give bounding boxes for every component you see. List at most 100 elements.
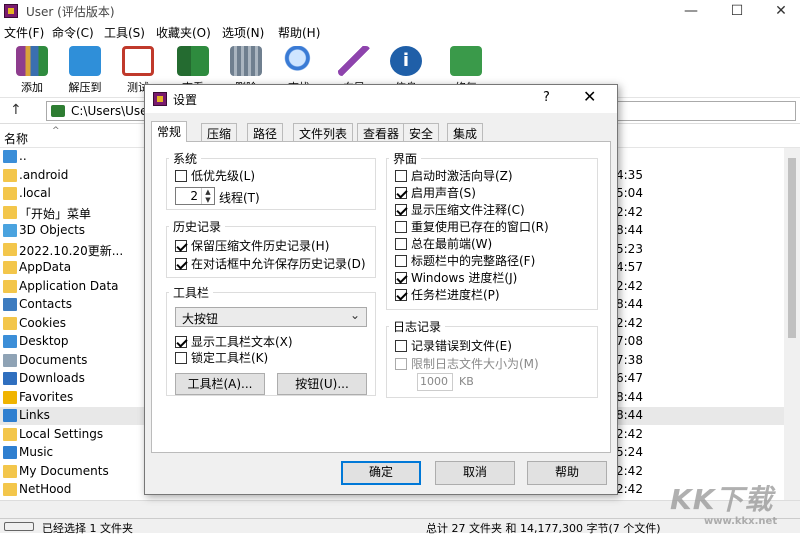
repair-book-icon xyxy=(450,46,482,76)
file-modified-time: 2:42 xyxy=(616,204,643,219)
file-modified-time: 2:42 xyxy=(616,426,643,441)
file-modified-time: 8:44 xyxy=(616,297,643,311)
star-folder-icon xyxy=(3,390,17,404)
help-question-icon[interactable]: ? xyxy=(543,90,550,105)
log-size-unit: KB xyxy=(459,375,474,388)
folder-icon xyxy=(3,187,17,200)
limit-log-size-checkbox: 限制日志文件大小为(M) xyxy=(395,355,539,372)
menu-file[interactable]: 文件(F) xyxy=(4,24,44,41)
interface-option-checkbox[interactable]: 启用声音(S) xyxy=(395,184,476,201)
tab-security[interactable]: 安全 xyxy=(403,123,440,141)
window-titlebar: User (评估版本) — ☐ ✕ xyxy=(0,0,800,22)
file-modified-time: 8:44 xyxy=(616,389,643,404)
help-button[interactable]: 帮助 xyxy=(527,461,607,485)
file-name: Documents xyxy=(19,352,88,367)
menu-favorites[interactable]: 收藏夹(O) xyxy=(156,24,211,41)
interface-option-checkbox[interactable]: 启动时激活向导(Z) xyxy=(395,167,513,184)
scrollbar-thumb[interactable] xyxy=(788,158,796,338)
vertical-scrollbar[interactable] xyxy=(784,148,800,500)
file-modified-time: 5:23 xyxy=(616,241,643,256)
tab-integration[interactable]: 集成 xyxy=(447,123,484,141)
minimize-icon[interactable]: — xyxy=(668,0,714,22)
interface-option-checkbox[interactable]: 任务栏进度栏(P) xyxy=(395,286,500,303)
threads-spinner[interactable]: 2 ▲ ▼ xyxy=(175,187,215,205)
file-name: .. xyxy=(19,149,27,163)
tab-viewer[interactable]: 查看器 xyxy=(357,123,406,141)
keep-history-checkbox[interactable]: 保留压缩文件历史记录(H) xyxy=(175,237,329,254)
system-group-title: 系统 xyxy=(169,150,202,167)
log-errors-checkbox[interactable]: 记录错误到文件(E) xyxy=(395,337,512,354)
low-priority-checkbox[interactable]: 低优先级(L) xyxy=(175,167,255,184)
file-name: Links xyxy=(19,408,50,422)
dialog-titlebar: 设置 ? ✕ xyxy=(145,85,617,113)
desktop-folder-icon xyxy=(3,335,17,348)
file-name: Local Settings xyxy=(19,426,104,441)
folder-icon xyxy=(3,205,17,219)
sort-caret-icon: ^ xyxy=(52,126,60,136)
history-group-title: 历史记录 xyxy=(169,218,226,235)
tab-paths[interactable]: 路径 xyxy=(247,123,284,141)
spinner-arrows-icon[interactable]: ▲ ▼ xyxy=(201,188,214,204)
tab-general[interactable]: 常规 xyxy=(151,121,188,142)
up-arrow-icon[interactable]: ↑ xyxy=(10,102,22,118)
button-size-dropdown[interactable]: 大按钮 ⌄ xyxy=(175,307,367,327)
ok-button[interactable]: 确定 xyxy=(341,461,421,485)
folder-icon xyxy=(3,242,17,256)
folder-icon xyxy=(3,261,17,274)
toolbar-settings-button[interactable]: 工具栏(A)... xyxy=(175,373,265,395)
log-group-title: 日志记录 xyxy=(389,318,446,335)
folder-icon xyxy=(3,464,17,478)
file-name: Contacts xyxy=(19,297,72,311)
menu-help[interactable]: 帮助(H) xyxy=(278,24,320,41)
clipboard-check-icon xyxy=(122,46,154,76)
magic-wand-icon xyxy=(338,46,370,76)
menu-bar: 文件(F) 命令(C) 工具(S) 收藏夹(O) 选项(N) 帮助(H) xyxy=(0,22,800,42)
magnifier-icon xyxy=(283,46,315,76)
file-name: Application Data xyxy=(19,278,119,293)
folder-icon xyxy=(3,279,17,293)
extract-to-button[interactable]: 解压到 xyxy=(63,46,107,96)
file-name: AppData xyxy=(19,260,72,274)
dialog-history-checkbox[interactable]: 在对话框中允许保存历史记录(D) xyxy=(175,255,366,272)
file-modified-time: 8:44 xyxy=(616,408,643,422)
file-name: NetHood xyxy=(19,482,72,496)
interface-option-checkbox[interactable]: 显示压缩文件注释(C) xyxy=(395,201,525,218)
log-size-input: 1000 xyxy=(417,373,453,391)
system-group: 系统 低优先级(L) 2 ▲ ▼ 线程(T) xyxy=(166,150,376,210)
lock-toolbar-checkbox[interactable]: 锁定工具栏(K) xyxy=(175,349,268,366)
file-name: Cookies xyxy=(19,315,66,330)
file-modified-time: 2:42 xyxy=(616,482,643,496)
menu-tools[interactable]: 工具(S) xyxy=(104,24,145,41)
watermark: KK下载 www.kkx.net xyxy=(670,483,778,527)
threads-label: 线程(T) xyxy=(219,191,260,205)
interface-option-checkbox[interactable]: Windows 进度栏(J) xyxy=(395,269,517,286)
tab-file-list[interactable]: 文件列表 xyxy=(293,123,354,141)
toolbar-group-title: 工具栏 xyxy=(169,284,214,301)
buttons-settings-button[interactable]: 按钮(U)... xyxy=(277,373,367,395)
cancel-button[interactable]: 取消 xyxy=(435,461,515,485)
maximize-icon[interactable]: ☐ xyxy=(714,0,760,22)
interface-group: 界面 启动时激活向导(Z) 启用声音(S) 显示压缩文件注释(C) 重复使用已存在的窗… xyxy=(386,150,598,310)
documents-folder-icon xyxy=(3,353,17,367)
menu-commands[interactable]: 命令(C) xyxy=(52,24,94,41)
menu-options[interactable]: 选项(N) xyxy=(222,24,264,41)
tab-compression[interactable]: 压缩 xyxy=(201,123,238,141)
dialog-close-icon[interactable]: ✕ xyxy=(583,87,596,106)
interface-option-checkbox[interactable]: 总在最前端(W) xyxy=(395,235,492,252)
file-modified-time: 4:57 xyxy=(616,260,643,274)
interface-option-checkbox[interactable]: 重复使用已存在的窗口(R) xyxy=(395,218,549,235)
file-name: .local xyxy=(19,186,51,200)
general-tab-panel: 系统 低优先级(L) 2 ▲ ▼ 线程(T) 历史记录 保留压缩文件历史记录(H)… xyxy=(151,141,611,453)
window-title: User (评估版本) xyxy=(26,5,115,19)
interface-option-checkbox[interactable]: 标题栏中的完整路径(F) xyxy=(395,252,535,269)
file-name: Music xyxy=(19,445,54,459)
add-button[interactable]: 添加 xyxy=(10,46,54,96)
file-modified-time: 5:04 xyxy=(616,186,643,200)
folder-icon xyxy=(3,483,17,496)
show-toolbar-text-checkbox[interactable]: 显示工具栏文本(X) xyxy=(175,333,293,350)
file-name: Desktop xyxy=(19,334,69,348)
interface-group-title: 界面 xyxy=(389,150,422,167)
column-name[interactable]: 名称 xyxy=(4,130,28,147)
dialog-app-icon xyxy=(153,92,167,106)
close-icon[interactable]: ✕ xyxy=(758,0,800,22)
